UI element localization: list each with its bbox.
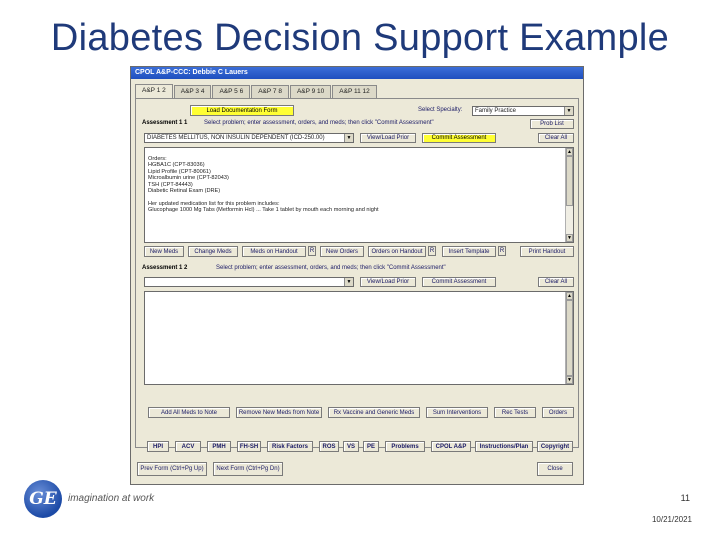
close-button[interactable]: Close [537, 462, 573, 476]
nav-hpi[interactable]: HPI [147, 441, 169, 452]
tab-ap-5-6[interactable]: A&P 5 6 [212, 85, 251, 98]
nav-fh-sh[interactable]: FH-SH [237, 441, 261, 452]
clear-all-button[interactable]: Clear All [538, 133, 574, 143]
assessment-1-text: Orders: HGBA1C (CPT-83036) Lipid Profile… [145, 148, 573, 214]
nav-copyright[interactable]: Copyright [537, 441, 573, 452]
chevron-down-icon[interactable]: ▼ [564, 107, 573, 115]
rx-vaccine-button[interactable]: Rx Vaccine and Generic Meds [328, 407, 420, 418]
r-toggle-2[interactable]: R [428, 246, 436, 256]
scroll-thumb[interactable] [566, 300, 573, 376]
chevron-down-icon[interactable]: ▼ [344, 278, 353, 286]
nav-problems[interactable]: Problems [385, 441, 425, 452]
scroll-up-icon[interactable]: ▲ [566, 148, 573, 156]
vertical-scrollbar[interactable]: ▲ ▼ [565, 292, 573, 384]
tab-ap-3-4[interactable]: A&P 3 4 [173, 85, 212, 98]
assessment-panel: Load Documentation Form Select Specialty… [135, 98, 579, 448]
add-all-meds-button[interactable]: Add All Meds to Note [148, 407, 230, 418]
cpol-window: CPOL A&P-CCC: Debbie C Lauers A&P 1 2 A&… [130, 66, 584, 485]
r-toggle-1[interactable]: R [308, 246, 316, 256]
nav-acv[interactable]: ACV [175, 441, 201, 452]
page-date: 10/21/2021 [651, 515, 692, 524]
assessment-1-instruction: Select problem; enter assessment, orders… [204, 120, 434, 126]
nav-cpol-ap[interactable]: CPOL A&P [431, 441, 471, 452]
tab-ap-11-12[interactable]: A&P 11 12 [332, 85, 377, 98]
new-meds-button[interactable]: New Meds [144, 246, 184, 257]
next-form-button[interactable]: Next Form (Ctrl+Pg Dn) [213, 462, 283, 476]
view-prior-button[interactable]: View/Load Prior [360, 133, 416, 143]
rec-tests-button[interactable]: Rec Tests [494, 407, 536, 418]
insert-template-button[interactable]: Insert Template [442, 246, 496, 257]
specialty-label: Select Specialty: [418, 107, 463, 113]
tagline: imagination at work [68, 493, 155, 504]
load-documentation-form-button[interactable]: Load Documentation Form [190, 105, 294, 116]
tab-bar: A&P 1 2 A&P 3 4 A&P 5 6 A&P 7 8 A&P 9 10… [135, 84, 378, 98]
chevron-down-icon[interactable]: ▼ [344, 134, 353, 142]
scroll-up-icon[interactable]: ▲ [566, 292, 573, 300]
window-title: CPOL A&P-CCC: Debbie C Lauers [131, 67, 583, 79]
prev-form-button[interactable]: Prev Form (Ctrl+Pg Up) [137, 462, 207, 476]
prob-list-button[interactable]: Prob List [530, 119, 574, 129]
r-toggle-3[interactable]: R [498, 246, 506, 256]
page-number: 11 [680, 493, 690, 503]
logo-text: GE [29, 489, 57, 509]
nav-vs[interactable]: VS [343, 441, 359, 452]
slide-title: Diabetes Decision Support Example [50, 17, 670, 59]
clear-all-button-2[interactable]: Clear All [538, 277, 574, 287]
view-prior-button-2[interactable]: View/Load Prior [360, 277, 416, 287]
assessment-2-instruction: Select problem; enter assessment, orders… [216, 265, 446, 271]
nav-risk-factors[interactable]: Risk Factors [267, 441, 313, 452]
commit-assessment-button-2[interactable]: Commit Assessment [422, 277, 496, 287]
assessment-1-textarea[interactable]: Orders: HGBA1C (CPT-83036) Lipid Profile… [144, 147, 574, 243]
tab-ap-9-10[interactable]: A&P 9 10 [289, 85, 332, 98]
specialty-select[interactable]: Family Practice ▼ [472, 106, 574, 116]
assessment-1-problem-select[interactable]: DIABETES MELLITUS, NON INSULIN DEPENDENT… [144, 133, 354, 143]
meds-on-handout-button[interactable]: Meds on Handout [242, 246, 306, 257]
scroll-thumb[interactable] [566, 156, 573, 206]
new-orders-button[interactable]: New Orders [320, 246, 364, 257]
text-line: Glucophage 1000 Mg Tabs (Metformin Hcl) … [148, 207, 379, 214]
ge-logo-icon: GE [24, 480, 62, 518]
nav-pe[interactable]: PE [363, 441, 379, 452]
scroll-down-icon[interactable]: ▼ [566, 234, 573, 242]
nav-instructions-plan[interactable]: Instructions/Plan [475, 441, 533, 452]
tab-ap-7-8[interactable]: A&P 7 8 [251, 85, 289, 98]
assessment-1-label: Assessment 1 1 [142, 120, 188, 126]
commit-assessment-button[interactable]: Commit Assessment [422, 133, 496, 143]
print-handout-button[interactable]: Print Handout [520, 246, 574, 257]
tab-ap-1-2[interactable]: A&P 1 2 [135, 84, 173, 98]
orders-on-handout-button[interactable]: Orders on Handout [368, 246, 426, 257]
assessment-2-label: Assessment 1 2 [142, 265, 188, 271]
assessment-1-problem-value: DIABETES MELLITUS, NON INSULIN DEPENDENT… [147, 135, 325, 141]
nav-ros[interactable]: ROS [319, 441, 339, 452]
vertical-scrollbar[interactable]: ▲ ▼ [565, 148, 573, 242]
change-meds-button[interactable]: Change Meds [188, 246, 238, 257]
assessment-2-textarea[interactable]: ▲ ▼ [144, 291, 574, 385]
scroll-down-icon[interactable]: ▼ [566, 376, 573, 384]
specialty-value: Family Practice [475, 108, 517, 114]
assessment-2-problem-select[interactable]: ▼ [144, 277, 354, 287]
nav-pmh[interactable]: PMH [207, 441, 231, 452]
sum-interventions-button[interactable]: Sum Interventions [426, 407, 488, 418]
orders-button[interactable]: Orders [542, 407, 574, 418]
remove-new-meds-button[interactable]: Remove New Meds from Note [236, 407, 322, 418]
